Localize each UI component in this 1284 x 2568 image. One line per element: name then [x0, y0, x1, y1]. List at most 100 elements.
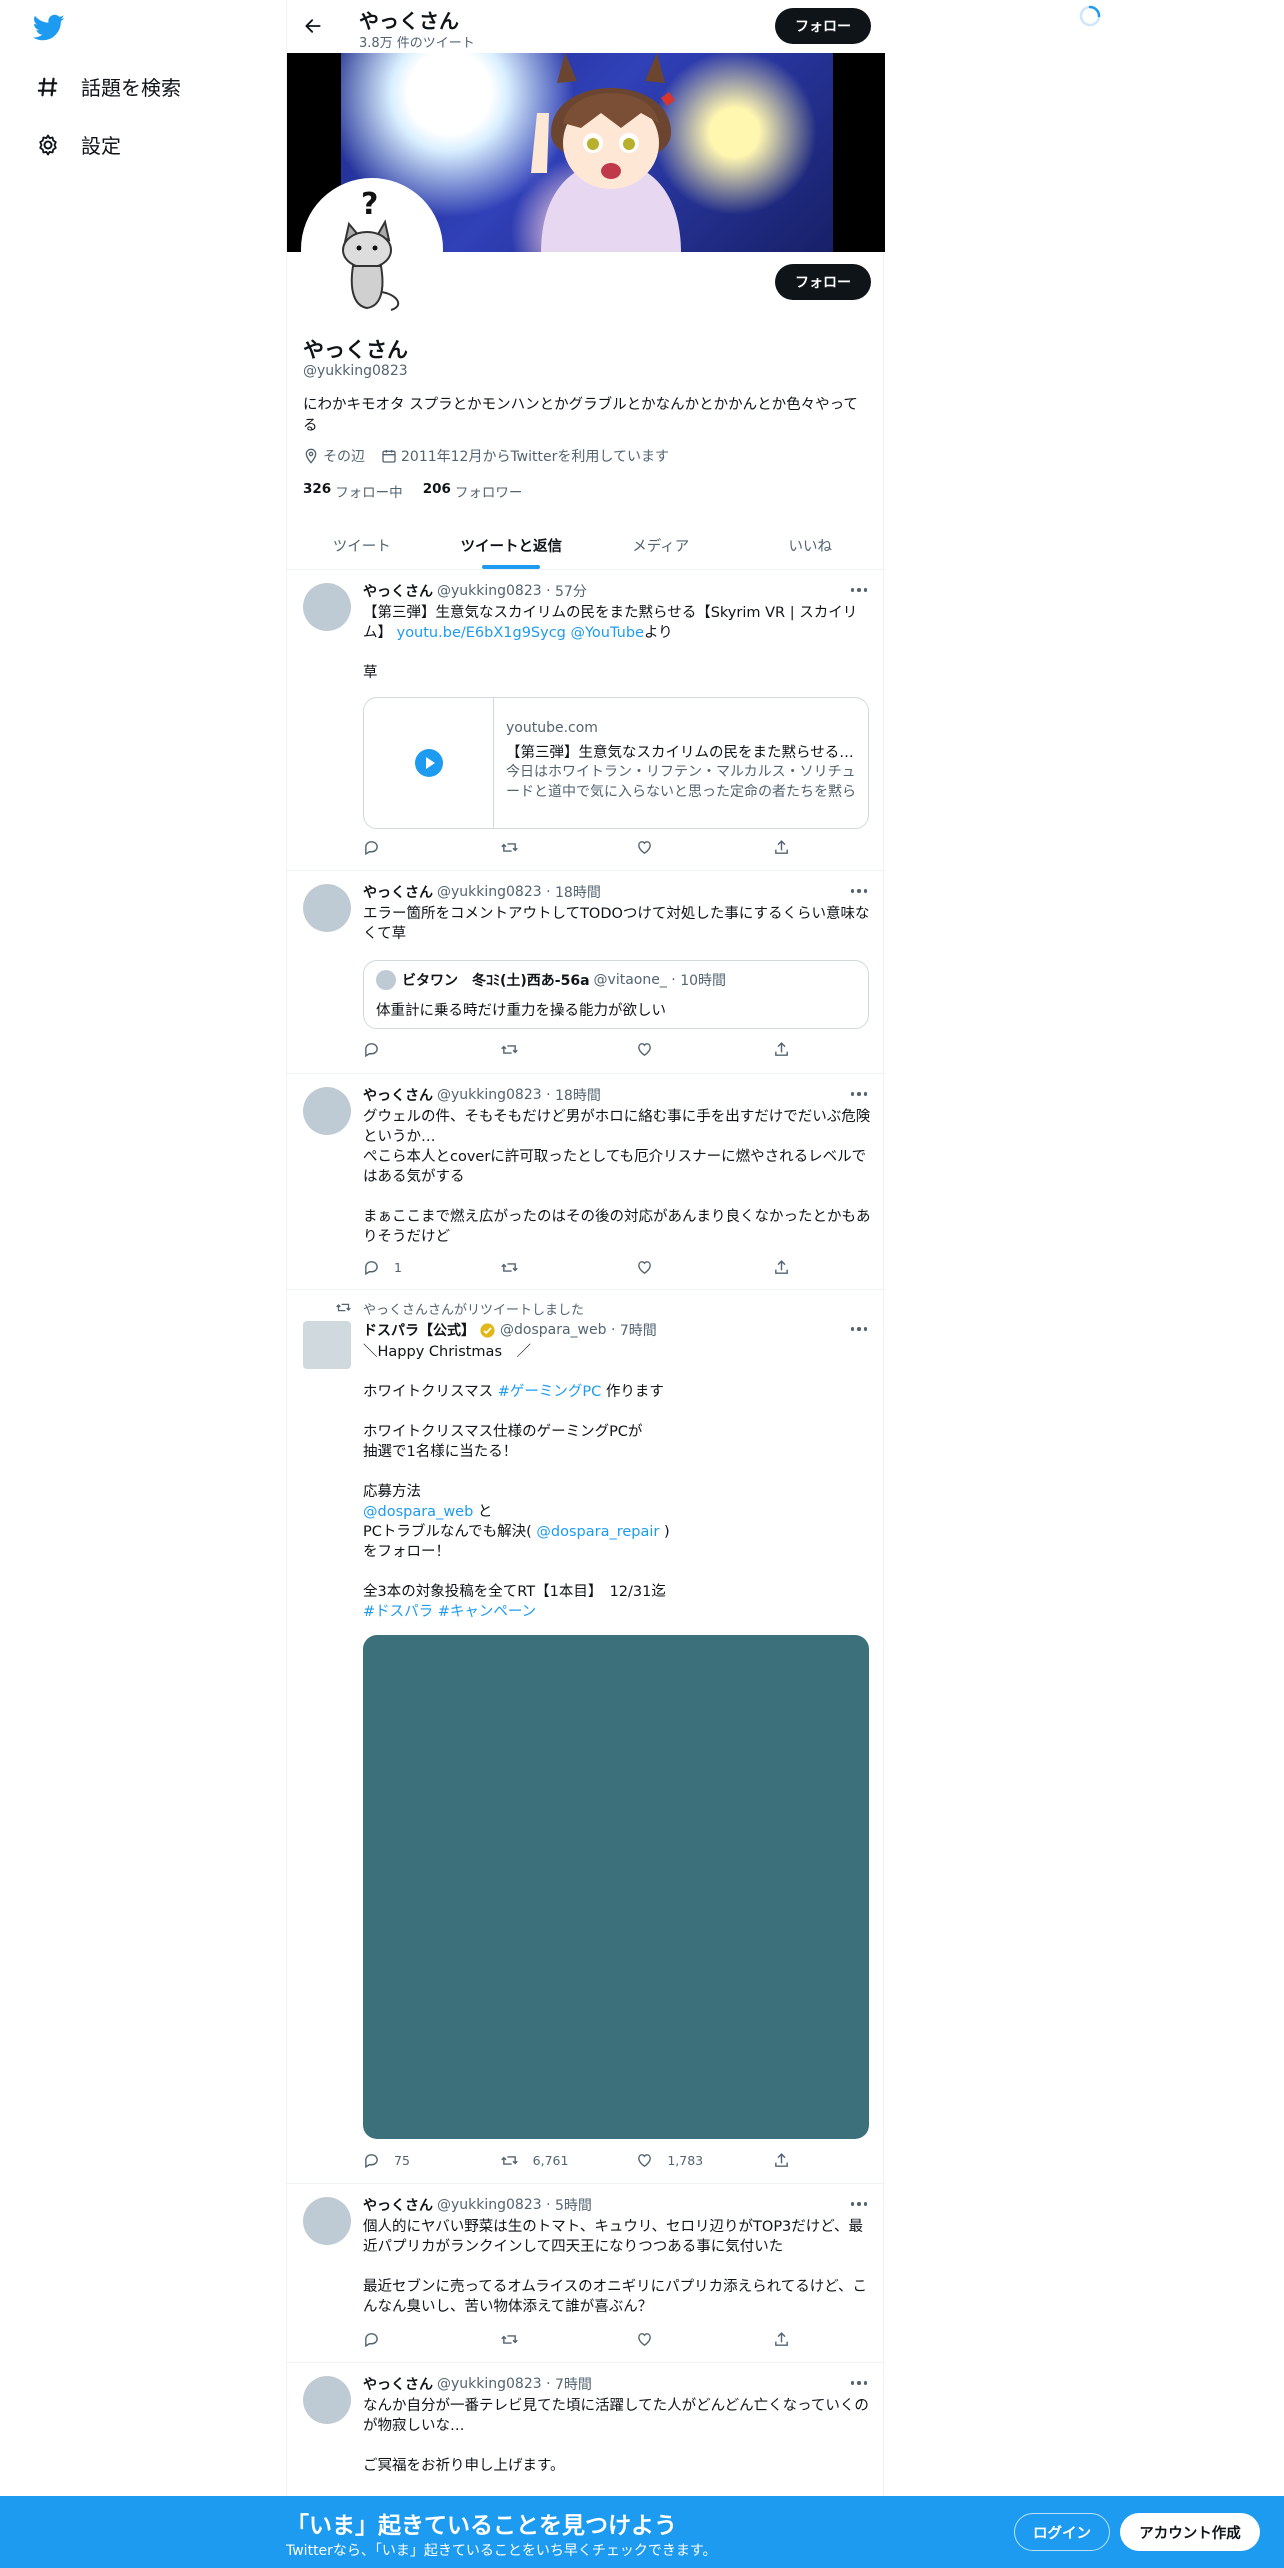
tweet-author-handle[interactable]: @yukking0823: [437, 2197, 542, 2213]
tweet-text: 【第三弾】生意気なスカイリムの民をまた黙らせる【Skyrim VR | スカイリ…: [363, 603, 871, 643]
tweet-line: と: [473, 1504, 493, 1520]
back-arrow-icon[interactable]: [299, 12, 327, 40]
tweet-text: 個人的にヤバい野菜は生のトマト、キュウリ、セロリ辺りがTOP3だけど、最近パプリ…: [363, 2219, 868, 2315]
retweet-button[interactable]: [500, 1041, 600, 1058]
profile-follow-button[interactable]: フォロー: [775, 264, 871, 300]
play-icon: [414, 749, 443, 777]
avatar[interactable]: [303, 884, 351, 932]
like-button[interactable]: [636, 1259, 736, 1276]
nav-explore[interactable]: 話題を検索: [34, 72, 181, 101]
reply-button[interactable]: 75: [363, 2152, 463, 2169]
tweet-media[interactable]: [363, 1635, 869, 2139]
tab-media[interactable]: メディア: [586, 521, 736, 569]
tweet-author-name[interactable]: やっくさん: [363, 882, 433, 902]
loading-spinner-icon: [1078, 4, 1102, 28]
tweet[interactable]: やっくさん @yukking0823 · 57分 【第三弾】生意気なスカイリムの…: [287, 571, 885, 871]
twitter-bird-icon[interactable]: [32, 14, 65, 42]
tab-likes[interactable]: いいね: [736, 521, 886, 569]
retweet-button[interactable]: 6,761: [500, 2152, 600, 2169]
tweet-author-name[interactable]: ドスパラ【公式】: [363, 1320, 475, 1340]
tweet-author-handle[interactable]: @yukking0823: [437, 884, 542, 900]
profile-avatar[interactable]: ?: [301, 178, 443, 320]
tweet[interactable]: やっくさん @yukking0823 · 18時間 エラー箇所をコメントアウトし…: [287, 872, 885, 1074]
like-button[interactable]: [636, 1041, 736, 1058]
retweet-button[interactable]: [500, 839, 600, 856]
retweet-button[interactable]: [500, 1259, 600, 1276]
tweet-author-name[interactable]: やっくさん: [363, 1085, 433, 1105]
tweet-author-handle[interactable]: @yukking0823: [437, 1087, 542, 1103]
reply-button[interactable]: [363, 839, 463, 856]
avatar[interactable]: [303, 583, 351, 631]
tweet-line: をフォロー！: [363, 1544, 450, 1560]
reply-button[interactable]: [363, 2331, 463, 2348]
avatar[interactable]: [303, 2376, 351, 2424]
tweet[interactable]: やっくさん @yukking0823 · 5時間 個人的にヤバい野菜は生のトマト…: [287, 2185, 885, 2363]
avatar[interactable]: [303, 2197, 351, 2245]
tweet-author-name[interactable]: やっくさん: [363, 2374, 433, 2394]
more-icon[interactable]: [849, 884, 869, 898]
mention-link[interactable]: @dospara_repair: [536, 1524, 659, 1540]
tweet-actions: [363, 2331, 793, 2348]
following-link[interactable]: 326 フォロー中: [303, 481, 403, 501]
share-button[interactable]: [773, 2152, 793, 2169]
tab-tweets[interactable]: ツイート: [287, 521, 437, 569]
share-button[interactable]: [773, 1259, 793, 1276]
nav-settings-label: 設定: [81, 134, 121, 158]
reply-icon: [365, 2333, 378, 2348]
signup-banner-title: 「いま」起きていることを見つけよう: [286, 2513, 677, 2539]
hashtag-link[interactable]: #ゲーミングPC: [498, 1384, 602, 1400]
tweet-author-handle[interactable]: @dospara_web: [500, 1322, 607, 1338]
share-icon: [775, 840, 788, 854]
hashtag-icon: [34, 73, 62, 101]
tweet[interactable]: やっくさん @yukking0823 · 7時間 なんか自分が一番テレビ見てた頃…: [287, 2364, 885, 2496]
calendar-icon: [382, 450, 396, 463]
header-follow-button[interactable]: フォロー: [775, 8, 871, 44]
profile-handle: @yukking0823: [303, 363, 408, 379]
retweet-note[interactable]: やっくさんさんがリツイートしました: [363, 1299, 584, 1318]
more-icon[interactable]: [849, 583, 869, 597]
nav-settings[interactable]: 設定: [34, 130, 121, 159]
signup-button[interactable]: アカウント作成: [1120, 2513, 1260, 2551]
tweet-author-name[interactable]: やっくさん: [363, 2195, 433, 2215]
share-button[interactable]: [773, 2331, 793, 2348]
tweet-time[interactable]: 7時間: [555, 2374, 592, 2394]
more-icon[interactable]: [849, 2197, 869, 2211]
reply-button[interactable]: 1: [363, 1259, 463, 1276]
like-button[interactable]: [636, 2331, 736, 2348]
avatar[interactable]: [303, 1087, 351, 1135]
tweet-link[interactable]: youtu.be/E6bX1g9Sycg: [397, 625, 566, 641]
tweet-author-handle[interactable]: @yukking0823: [437, 583, 542, 599]
tweet-time[interactable]: 57分: [555, 581, 587, 601]
mention-link[interactable]: @dospara_web: [363, 1504, 473, 1520]
share-button[interactable]: [773, 839, 793, 856]
more-icon[interactable]: [849, 2376, 869, 2390]
tweet-mention[interactable]: @YouTube: [571, 625, 644, 641]
avatar[interactable]: [303, 1321, 351, 1369]
reply-button[interactable]: [363, 1041, 463, 1058]
hashtag-links[interactable]: #ドスパラ #キャンペーン: [363, 1604, 536, 1620]
more-icon[interactable]: [849, 1322, 869, 1336]
quoted-text: 体重計に乗る時だけ重力を操る能力が欲しい: [376, 1003, 666, 1019]
tweet-time[interactable]: 18時間: [555, 882, 601, 902]
like-button[interactable]: 1,783: [636, 2152, 736, 2169]
tab-tweets-and-replies[interactable]: ツイートと返信: [437, 521, 587, 569]
more-icon[interactable]: [849, 1087, 869, 1101]
followers-link[interactable]: 206 フォロワー: [423, 481, 523, 501]
link-card[interactable]: youtube.com 【第三弾】生意気なスカイリムの民をまた黙らせる【Skyr…: [363, 697, 869, 829]
banner-character-illustration: [531, 53, 681, 252]
retweet-icon: [500, 2335, 518, 2344]
share-button[interactable]: [773, 1041, 793, 1058]
tweet-time[interactable]: 7時間: [620, 1320, 657, 1340]
quoted-tweet[interactable]: ビタワン 冬ｺﾐ(土)西あ-56a @vitaone_ · 10時間 体重計に乗…: [363, 960, 869, 1029]
like-button[interactable]: [636, 839, 736, 856]
retweet-button[interactable]: [500, 2331, 600, 2348]
tweet-author-handle[interactable]: @yukking0823: [437, 2376, 542, 2392]
tweet[interactable]: やっくさん @yukking0823 · 18時間 グウェルの件、そもそもだけど…: [287, 1075, 885, 1290]
avatar-question-mark: ?: [361, 187, 378, 222]
tweet-time[interactable]: 18時間: [555, 1085, 601, 1105]
tweet-author-name[interactable]: やっくさん: [363, 581, 433, 601]
tweet-retweeted[interactable]: やっくさんさんがリツイートしました ドスパラ【公式】 @dospara_web …: [287, 1291, 885, 2184]
reply-icon: [365, 2154, 378, 2169]
login-button[interactable]: ログイン: [1014, 2513, 1110, 2551]
tweet-time[interactable]: 5時間: [555, 2195, 592, 2215]
